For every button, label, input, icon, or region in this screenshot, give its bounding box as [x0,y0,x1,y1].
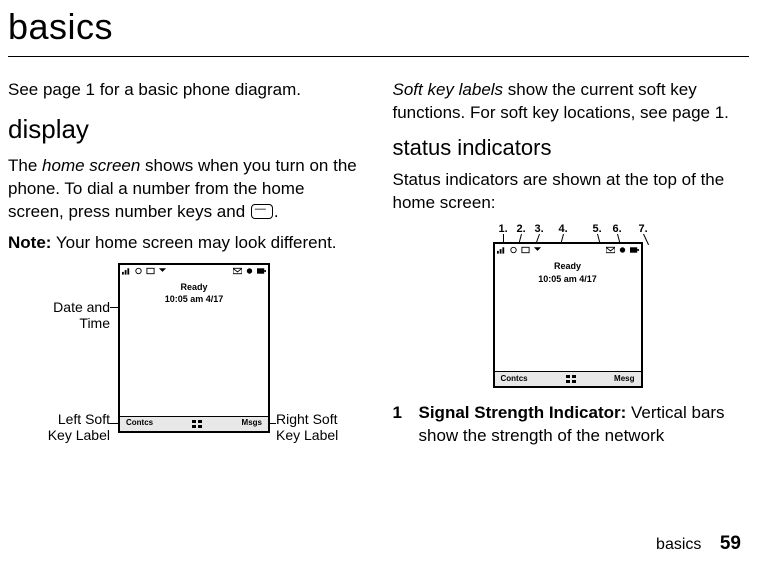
battery-icon [630,246,639,254]
callout-line2: Time [18,315,110,331]
left-column: See page 1 for a basic phone diagram. di… [8,79,365,463]
callout-line2: Key Label [276,427,376,443]
softkey-bar: Contcs Mesg [495,371,641,386]
status-icons-right [606,246,639,254]
send-key-icon [251,204,273,219]
status-icon [521,246,530,254]
message-icon [606,246,615,254]
signal-icon [122,267,131,275]
status-icon [533,246,542,254]
ready-label: Ready [120,281,268,293]
list-body: Signal Strength Indicator: Vertical bars… [419,402,750,448]
phone-screen: Ready 10:05 am 4/17 Contcs Msgs [118,263,270,433]
phone-diagram-right: 1. 2. 3. 4. 5. 6. 7. [393,222,750,394]
left-softkey-label: Contcs [501,374,528,385]
footer-label: basics [656,536,701,553]
status-icons-left [122,267,167,275]
phone-diagram-left: Date and Time Left Soft Key Label Right … [8,263,365,463]
note-body: Your home screen may look different. [51,233,336,252]
ready-block: Ready 10:05 am 4/17 [495,260,641,284]
list-item-1: 1 Signal Strength Indicator: Vertical ba… [393,402,750,448]
softkey-para: Soft key labels show the current soft ke… [393,79,750,125]
home-screen-term: home screen [42,156,140,175]
callout-date-time: Date and Time [18,299,110,331]
callout-line2: Key Label [18,427,110,443]
status-bar [495,244,641,256]
home-screen-para: The home screen shows when you turn on t… [8,155,365,224]
callout-right-softkey: Right Soft Key Label [276,411,376,443]
page-title: basics [0,0,757,56]
left-softkey-label: Contcs [126,418,153,429]
datetime-label: 10:05 am 4/17 [120,293,268,305]
status-icons-right [233,267,266,275]
ready-block: Ready 10:05 am 4/17 [120,281,268,305]
note-para: Note: Your home screen may look differen… [8,232,365,255]
status-bar [120,265,268,277]
status-icon [509,246,518,254]
status-icon [618,246,627,254]
menu-icon [566,375,576,383]
list-number: 1 [393,402,419,448]
text: . [274,202,279,221]
section-display: display [8,112,365,147]
subsection-status-indicators: status indicators [393,133,750,163]
message-icon [233,267,242,275]
right-softkey-label: Msgs [242,418,262,429]
callout-line1: Left Soft [18,411,110,427]
status-icon [158,267,167,275]
softkey-term: Soft key labels [393,80,504,99]
callout-line1: Right Soft [276,411,376,427]
content-columns: See page 1 for a basic phone diagram. di… [0,79,757,463]
menu-icon [192,420,202,428]
status-icon [146,267,155,275]
intro-para: See page 1 for a basic phone diagram. [8,79,365,102]
status-intro: Status indicators are shown at the top o… [393,169,750,215]
softkey-bar: Contcs Msgs [120,416,268,431]
battery-icon [257,267,266,275]
note-label: Note: [8,233,51,252]
status-icon [245,267,254,275]
page-footer: basics 59 [656,533,741,555]
ready-label: Ready [495,260,641,272]
callout-left-softkey: Left Soft Key Label [18,411,110,443]
title-divider [8,56,749,57]
datetime-label: 10:05 am 4/17 [495,273,641,285]
page-number: 59 [720,533,741,554]
right-softkey-label: Mesg [614,374,634,385]
right-column: Soft key labels show the current soft ke… [393,79,750,463]
signal-icon [497,246,506,254]
callout-line1: Date and [18,299,110,315]
status-icons-left [497,246,542,254]
list-label: Signal Strength Indicator: [419,403,627,422]
text: The [8,156,42,175]
status-icon [134,267,143,275]
phone-screen: Ready 10:05 am 4/17 Contcs Mesg [493,242,643,388]
